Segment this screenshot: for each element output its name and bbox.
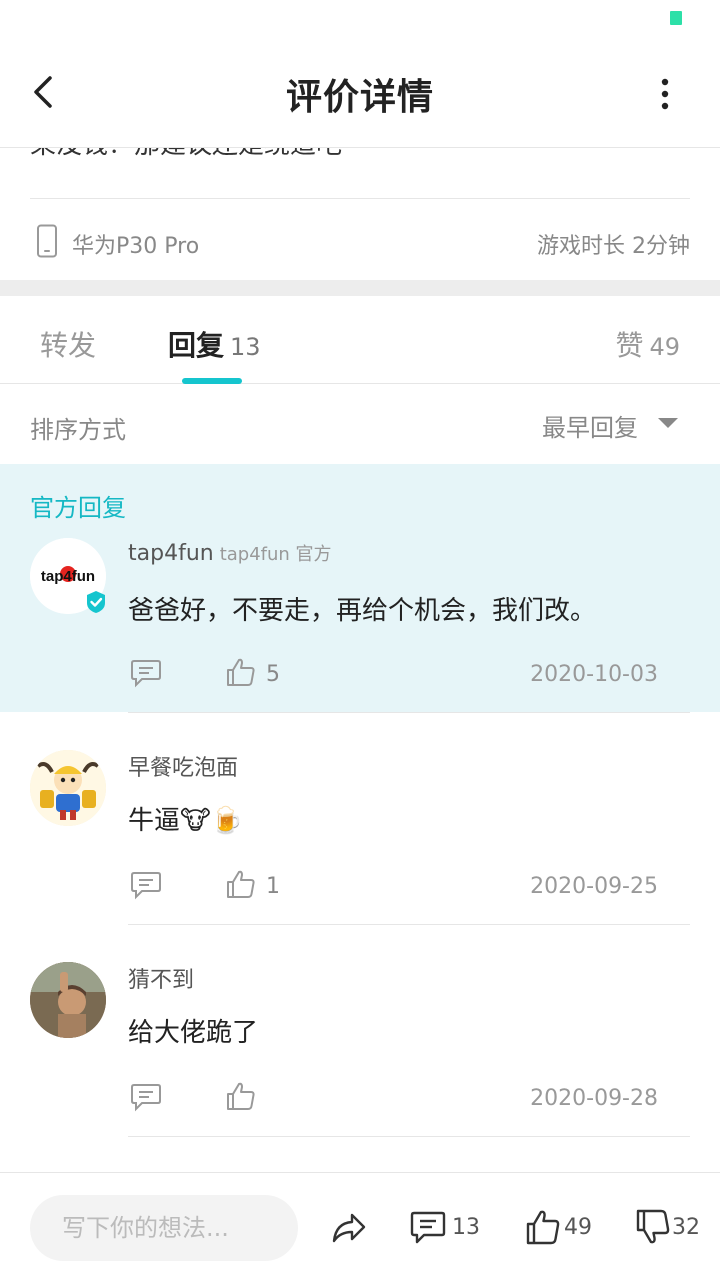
official-reply-label: 官方回复 [30,494,126,522]
photo-avatar-image [30,962,106,1038]
comment-icon[interactable] [130,870,162,900]
thumbs-down-icon[interactable] [636,1207,670,1247]
avatar[interactable] [30,750,106,826]
dislike-count: 32 [672,1215,700,1240]
comment-icon[interactable] [130,658,162,688]
divider [128,712,690,713]
caret-down-icon [658,418,678,428]
tab-bar: 转发 回复 13 赞 49 [0,296,720,384]
reply-date: 2020-09-28 [530,1086,658,1111]
app-header: 评价详情 [0,40,720,148]
divider [128,1136,690,1137]
tab-forward[interactable]: 转发 [40,324,96,364]
sort-dropdown[interactable]: 最早回复 [542,408,678,443]
more-vertical-icon [661,78,669,110]
page-title: 评价详情 [285,77,434,118]
svg-text:tap4fun: tap4fun [41,568,95,585]
reply-date: 2020-09-25 [530,874,658,899]
verified-badge-icon [87,591,105,613]
reply-author-name[interactable]: 早餐吃泡面 [128,750,238,782]
thumbs-up-icon[interactable] [226,657,256,687]
section-separator [0,280,720,296]
status-bar [0,0,720,40]
reply-content: 爸爸好，不要走，再给个机会，我们改。 [128,596,597,626]
share-icon[interactable] [330,1207,368,1247]
play-time: 游戏时长 2分钟 [537,234,690,259]
like-count: 49 [564,1215,592,1240]
reply-author-name: tap4fun [128,541,214,566]
device-info-row: 华为P30 Pro 游戏时长 2分钟 [30,222,690,262]
tab-forward-label: 转发 [40,329,97,362]
more-options-button[interactable] [650,76,680,112]
reply-content: 给大佬跪了 [128,1018,259,1048]
status-indicator-icon [670,11,682,25]
sort-row: 排序方式 最早回复 [0,384,720,464]
avatar[interactable] [30,962,106,1038]
reply-author-sub: tap4fun 官方 [219,544,332,565]
thumbs-up-icon[interactable] [226,1081,256,1111]
tab-reply-count: 13 [230,333,261,361]
sort-selected-value: 最早回复 [542,414,638,442]
cartoon-avatar-image [30,750,106,826]
comment-input[interactable] [30,1195,298,1261]
official-reply: 官方回复 tap4fun tap4fun tap4fun 官方 爸爸好，不要走，再… [0,464,720,712]
reply-author-name[interactable]: 猜不到 [128,962,194,994]
reply-author[interactable]: tap4fun tap4fun 官方 [128,540,332,566]
comment-count: 13 [452,1215,480,1240]
reply-content: 牛逼🐮🍺 [128,806,244,836]
divider [128,924,690,925]
divider [30,198,690,199]
reply-date: 2020-10-03 [530,662,658,687]
thumbs-up-icon[interactable] [226,869,256,899]
thumbs-up-icon[interactable] [526,1207,560,1247]
bottom-action-bar: 13 49 32 [0,1172,720,1280]
tab-reply-label: 回复 [168,329,225,362]
device-name: 华为P30 Pro [72,234,200,259]
tab-like-label: 赞 [615,329,644,362]
phone-icon [37,224,57,258]
like-count: 5 [266,662,280,687]
like-count: 1 [266,874,280,899]
tab-like[interactable]: 赞 49 [615,324,680,364]
comment-icon[interactable] [410,1207,446,1247]
sort-label: 排序方式 [30,416,126,444]
tab-reply[interactable]: 回复 13 [168,324,261,364]
comment-icon[interactable] [130,1082,162,1112]
tab-like-count: 49 [649,333,680,361]
